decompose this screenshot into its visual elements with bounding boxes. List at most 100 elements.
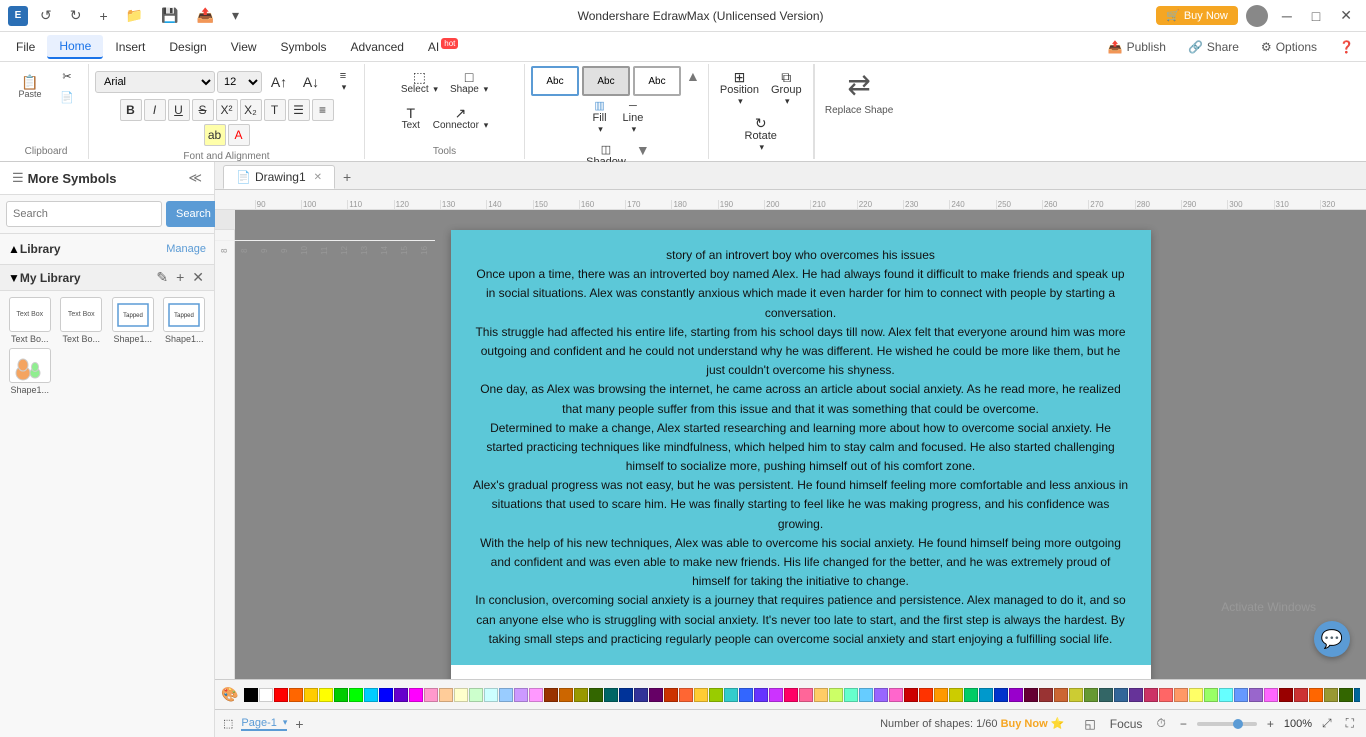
- alignment-btn[interactable]: ≡▾: [328, 67, 358, 96]
- color-swatch[interactable]: [1024, 688, 1038, 702]
- color-swatch[interactable]: [409, 688, 423, 702]
- publish-btn[interactable]: 📤Publish: [1100, 37, 1174, 57]
- page-layout-btn[interactable]: ⬚: [223, 717, 233, 730]
- color-swatch[interactable]: [709, 688, 723, 702]
- color-swatch[interactable]: [274, 688, 288, 702]
- cut-btn[interactable]: ✂: [52, 67, 82, 86]
- color-swatch[interactable]: [919, 688, 933, 702]
- color-swatch[interactable]: [1249, 688, 1263, 702]
- style-preview-1[interactable]: Abc: [531, 66, 579, 96]
- color-swatch[interactable]: [334, 688, 348, 702]
- shape-btn[interactable]: □ Shape ▾: [445, 67, 493, 98]
- menu-ai[interactable]: AIhot: [416, 35, 470, 58]
- my-library-collapse-icon[interactable]: ▼: [8, 271, 20, 285]
- color-swatch[interactable]: [1189, 688, 1203, 702]
- my-library-add-btn[interactable]: +: [174, 269, 186, 286]
- list-item[interactable]: Tapped Shape1...: [161, 297, 209, 344]
- list-item[interactable]: Tapped Shape1...: [109, 297, 157, 344]
- color-swatch[interactable]: [544, 688, 558, 702]
- color-swatch[interactable]: [1279, 688, 1293, 702]
- list-item[interactable]: Text Box Text Bo...: [6, 297, 54, 344]
- italic-btn[interactable]: I: [144, 99, 166, 121]
- color-swatch[interactable]: [814, 688, 828, 702]
- color-swatch[interactable]: [1339, 688, 1353, 702]
- more-btn[interactable]: ▾: [226, 5, 245, 26]
- color-swatch[interactable]: [604, 688, 618, 702]
- color-swatch[interactable]: [979, 688, 993, 702]
- font-size-select[interactable]: 12: [217, 71, 262, 93]
- color-swatch[interactable]: [559, 688, 573, 702]
- color-swatch[interactable]: [244, 688, 258, 702]
- color-swatch[interactable]: [769, 688, 783, 702]
- font-decrease-btn[interactable]: A↓: [296, 71, 326, 93]
- page-dropdown-arrow[interactable]: ▾: [283, 717, 288, 728]
- search-button[interactable]: Search: [166, 201, 221, 227]
- drawing-tab[interactable]: 📄 Drawing1 ✕: [223, 165, 335, 189]
- color-swatch[interactable]: [799, 688, 813, 702]
- color-swatch[interactable]: [394, 688, 408, 702]
- my-library-edit-btn[interactable]: ✎: [154, 269, 170, 286]
- select-btn[interactable]: ⬚ Select ▾: [396, 67, 443, 98]
- color-swatch[interactable]: [439, 688, 453, 702]
- menu-file[interactable]: File: [4, 36, 47, 58]
- color-swatch[interactable]: [499, 688, 513, 702]
- line-btn[interactable]: ─ Line▾: [618, 96, 649, 138]
- new-btn[interactable]: +: [93, 6, 113, 26]
- color-swatch[interactable]: [634, 688, 648, 702]
- color-swatch[interactable]: [529, 688, 543, 702]
- user-avatar[interactable]: [1246, 5, 1268, 27]
- styles-scroll-up[interactable]: ▲: [684, 66, 702, 96]
- page-1-tab[interactable]: Page-1 ▾: [241, 717, 287, 731]
- color-swatch[interactable]: [1114, 688, 1128, 702]
- color-swatch[interactable]: [1324, 688, 1338, 702]
- color-swatch[interactable]: [1129, 688, 1143, 702]
- chatbot-btn[interactable]: 💬: [1314, 621, 1350, 657]
- text-format-btn[interactable]: T: [264, 99, 286, 121]
- color-swatch[interactable]: [1084, 688, 1098, 702]
- color-swatch[interactable]: [289, 688, 303, 702]
- redo-btn[interactable]: ↻: [64, 5, 88, 26]
- canvas-content[interactable]: story of an introvert boy who overcomes …: [235, 210, 1366, 679]
- paste-btn[interactable]: 📋 Paste: [10, 71, 50, 103]
- manage-link[interactable]: Manage: [166, 243, 206, 255]
- canvas-scroll[interactable]: 8 8 9 9 10 11 12 13 14 15 16 story of an…: [215, 210, 1366, 679]
- panel-expand-btn[interactable]: ≪: [184, 168, 206, 188]
- menu-design[interactable]: Design: [157, 36, 218, 58]
- text-bg-btn[interactable]: ab: [204, 124, 226, 146]
- color-swatch[interactable]: [754, 688, 768, 702]
- color-swatch[interactable]: [1174, 688, 1188, 702]
- tab-close-btn[interactable]: ✕: [314, 172, 322, 183]
- color-swatch[interactable]: [259, 688, 273, 702]
- color-swatch[interactable]: [664, 688, 678, 702]
- menu-insert[interactable]: Insert: [103, 36, 157, 58]
- color-swatch[interactable]: [319, 688, 333, 702]
- color-swatch[interactable]: [784, 688, 798, 702]
- color-swatch[interactable]: [724, 688, 738, 702]
- list2-btn[interactable]: ≡: [312, 99, 334, 121]
- color-swatch[interactable]: [694, 688, 708, 702]
- color-swatch[interactable]: [649, 688, 663, 702]
- color-swatch[interactable]: [469, 688, 483, 702]
- position-btn[interactable]: ⊞ Position▾: [715, 67, 764, 110]
- focus-btn[interactable]: Focus: [1106, 715, 1147, 733]
- color-swatch[interactable]: [949, 688, 963, 702]
- bold-btn[interactable]: B: [120, 99, 142, 121]
- color-swatch[interactable]: [484, 688, 498, 702]
- list-btn[interactable]: ☰: [288, 99, 310, 121]
- replace-shape-btn[interactable]: ⇄: [847, 68, 870, 101]
- color-swatch[interactable]: [844, 688, 858, 702]
- color-swatch[interactable]: [1144, 688, 1158, 702]
- style-preview-3[interactable]: Abc: [633, 66, 681, 96]
- color-swatch[interactable]: [1354, 688, 1360, 702]
- zoom-in-btn[interactable]: +: [1263, 715, 1278, 733]
- clock-btn[interactable]: ⏱: [1152, 714, 1169, 733]
- list-item[interactable]: Text Box Text Bo...: [58, 297, 106, 344]
- font-family-select[interactable]: Arial: [95, 71, 215, 93]
- maximize-btn[interactable]: □: [1306, 6, 1326, 26]
- font-color-btn[interactable]: A: [228, 124, 250, 146]
- search-input[interactable]: [6, 201, 162, 227]
- color-swatch[interactable]: [574, 688, 588, 702]
- strikethrough-btn[interactable]: S: [192, 99, 214, 121]
- color-swatch[interactable]: [934, 688, 948, 702]
- superscript-btn[interactable]: X²: [216, 99, 238, 121]
